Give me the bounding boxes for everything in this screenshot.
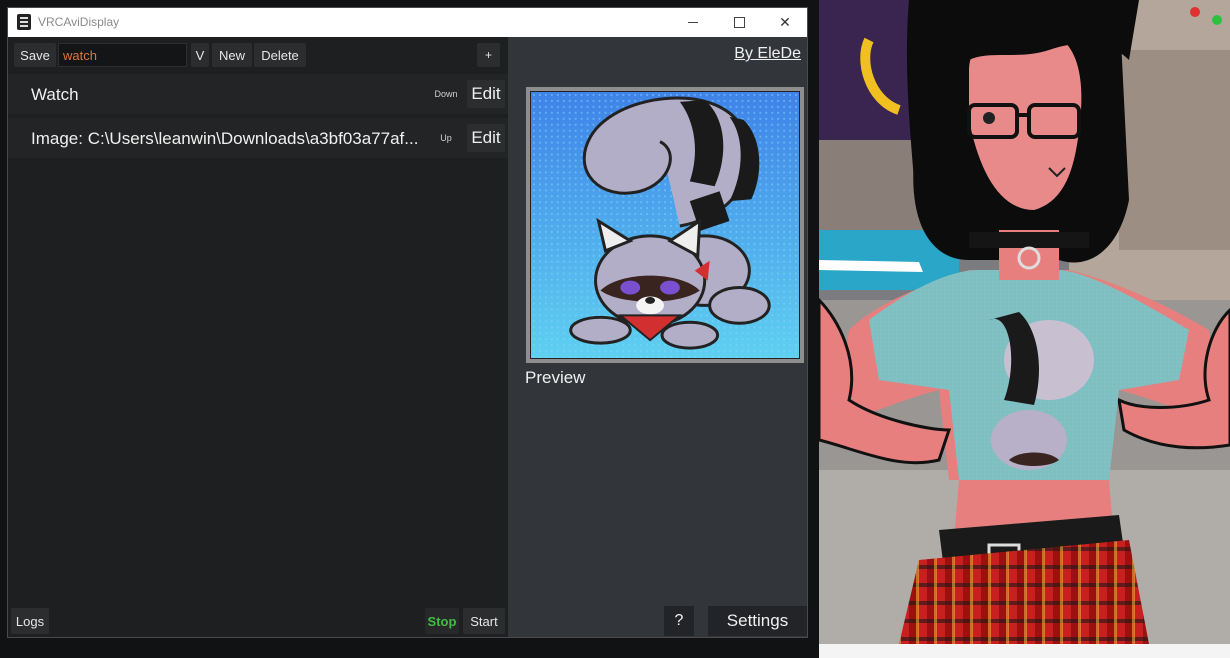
preview-frame: [526, 87, 804, 363]
minimize-button[interactable]: [670, 8, 716, 37]
help-button[interactable]: ?: [664, 606, 694, 636]
delete-button[interactable]: Delete: [254, 43, 306, 67]
save-button[interactable]: Save: [14, 43, 56, 67]
scene-bottom-strip: [819, 644, 1230, 658]
list-item-label: Watch: [31, 85, 79, 104]
add-item-button[interactable]: +: [477, 43, 500, 67]
left-panel: Save V New Delete + Watch Down Edit Imag…: [8, 37, 508, 637]
minimize-icon: [688, 22, 698, 23]
close-button[interactable]: ✕: [762, 8, 807, 37]
app-window: VRCAviDisplay ✕ Save V New Delete + Watc…: [7, 7, 808, 638]
maximize-icon: [733, 17, 745, 28]
edit-button[interactable]: Edit: [467, 80, 505, 108]
move-down-button[interactable]: Down: [428, 82, 464, 106]
maximize-button[interactable]: [716, 8, 762, 37]
credit-link[interactable]: By EleDe: [734, 45, 801, 63]
logs-button[interactable]: Logs: [11, 608, 49, 634]
dropdown-v-button[interactable]: V: [191, 43, 209, 67]
start-button[interactable]: Start: [463, 608, 505, 634]
list-item-label: Image: C:\Users\leanwin\Downloads\a3bf03…: [31, 129, 419, 148]
avatar-name-input[interactable]: [58, 43, 187, 67]
list-item: Watch Down Edit: [8, 74, 508, 114]
edit-button[interactable]: Edit: [467, 124, 505, 152]
stop-button[interactable]: Stop: [425, 608, 459, 634]
item-list: Watch Down Edit Image: C:\Users\leanwin\…: [8, 74, 508, 162]
preview-label: Preview: [525, 368, 586, 387]
window-title: VRCAviDisplay: [38, 15, 120, 29]
right-panel: By EleDe Preview ? Settings: [508, 37, 807, 637]
move-up-button[interactable]: Up: [428, 126, 464, 150]
new-button[interactable]: New: [212, 43, 252, 67]
close-icon: ✕: [779, 14, 791, 30]
app-icon: [17, 14, 31, 30]
settings-button[interactable]: Settings: [708, 606, 807, 636]
title-bar[interactable]: VRCAviDisplay ✕: [8, 8, 807, 37]
list-item: Image: C:\Users\leanwin\Downloads\a3bf03…: [8, 118, 508, 158]
vr-scene-image: [819, 0, 1230, 644]
preview-image: [530, 91, 800, 359]
toolbar: Save V New Delete +: [8, 37, 508, 73]
